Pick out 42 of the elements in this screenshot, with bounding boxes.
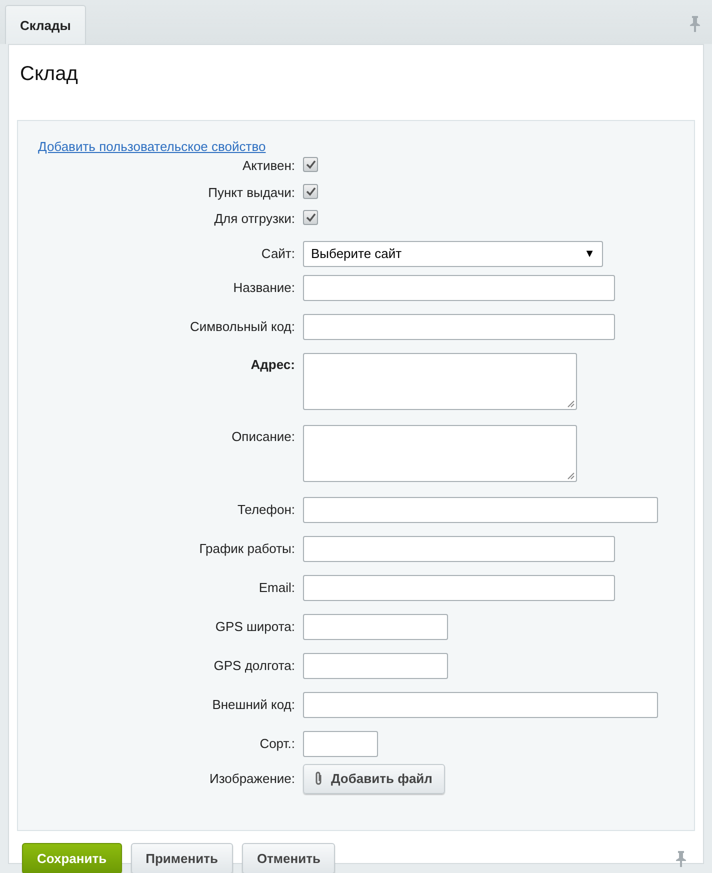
field-label: График работы: (199, 540, 295, 558)
text-area[interactable] (303, 352, 577, 410)
text-field[interactable] (303, 652, 448, 678)
resize-handle-icon[interactable] (567, 400, 575, 408)
text-field[interactable] (303, 614, 448, 640)
text-area[interactable] (303, 424, 577, 482)
page-title: Склад (19, 62, 79, 87)
field-label: GPS долгота: (214, 656, 295, 675)
field-label: Описание: (232, 428, 295, 444)
field-label: Внешний код: (212, 696, 295, 714)
add-file-button[interactable]: Добавить файл (303, 764, 446, 794)
field-label: Название: (233, 278, 295, 296)
field-label: GPS широта: (215, 618, 295, 636)
field-label: Адрес: (250, 356, 295, 372)
text-field[interactable] (303, 496, 658, 522)
pin-icon[interactable] (690, 16, 700, 32)
tab[interactable]: Склады (5, 5, 86, 44)
field-label: Телефон: (237, 500, 295, 519)
field-label: Сорт.: (260, 734, 295, 753)
site-select[interactable]: Выберите сайт ▼ (303, 240, 603, 266)
paperclip-icon (314, 771, 323, 786)
text-field[interactable] (303, 730, 378, 756)
field-label: Пункт выдачи: (208, 184, 295, 200)
field-label: Символьный код: (190, 318, 295, 336)
field-label: Изображение: (209, 770, 295, 788)
add-property-link[interactable]: Добавить пользовательское свойство (38, 139, 266, 154)
field-label: Активен: (242, 158, 295, 173)
field-label: Email: (258, 578, 295, 596)
resize-handle-icon[interactable] (567, 472, 575, 480)
checkbox[interactable] (303, 184, 318, 198)
action-button[interactable]: Применить (130, 843, 233, 873)
field-label: Сайт: (261, 244, 295, 262)
field-label: Для отгрузки: (214, 211, 295, 226)
pin-icon[interactable] (676, 850, 686, 866)
text-field[interactable] (303, 692, 658, 718)
text-field[interactable] (303, 314, 615, 340)
checkbox[interactable] (303, 157, 318, 172)
text-field[interactable] (303, 536, 615, 562)
text-field[interactable] (303, 274, 615, 300)
checkbox[interactable] (303, 210, 318, 225)
action-button[interactable]: Отменить (242, 843, 336, 873)
text-field[interactable] (303, 574, 615, 600)
